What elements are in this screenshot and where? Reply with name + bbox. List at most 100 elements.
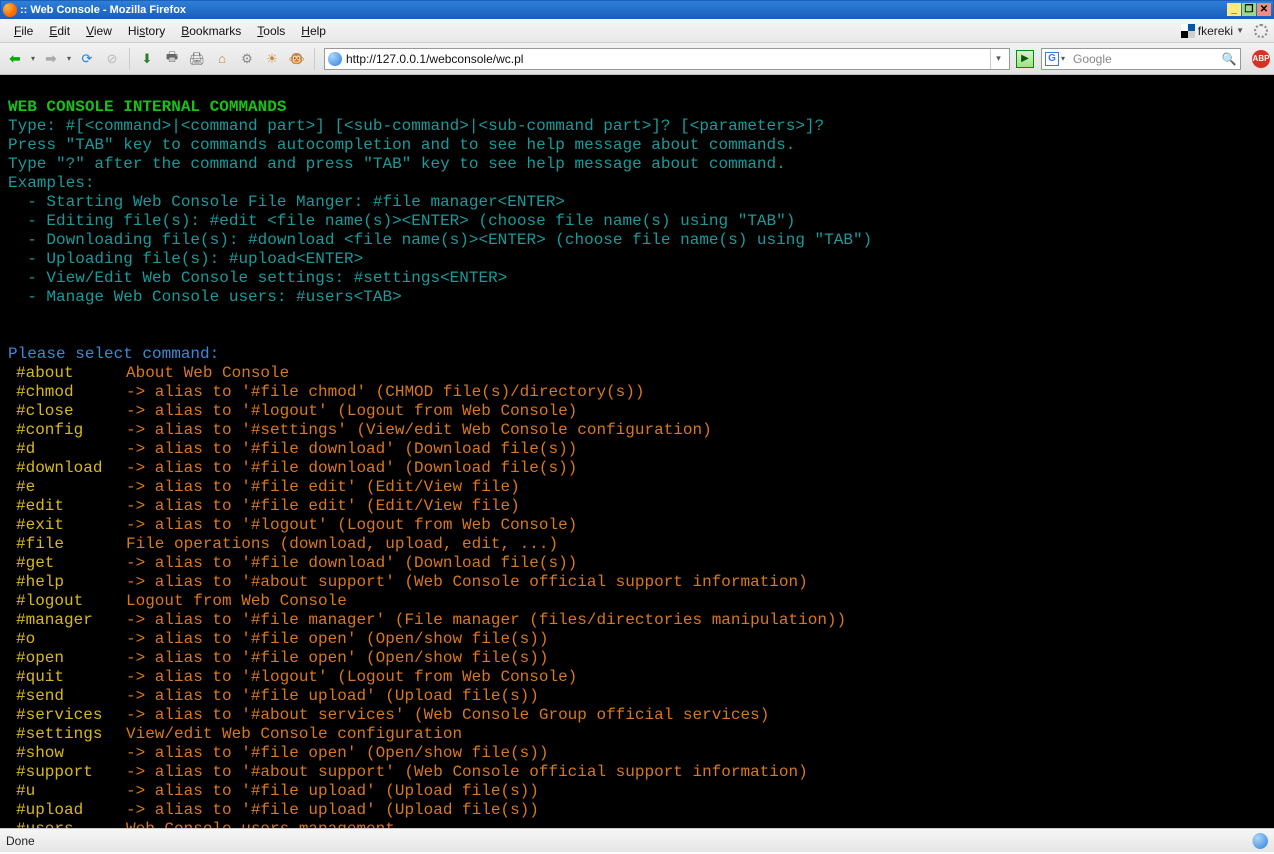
console-command: #download	[8, 459, 126, 478]
console-command-row: #o-> alias to '#file open' (Open/show fi…	[8, 630, 1266, 649]
back-button[interactable]: ⬅	[4, 48, 26, 70]
console-command-row: #get-> alias to '#file download' (Downlo…	[8, 554, 1266, 573]
console-command-row: #e-> alias to '#file edit' (Edit/View fi…	[8, 478, 1266, 497]
console-command-desc: -> alias to '#file upload' (Upload file(…	[126, 687, 539, 706]
menu-edit[interactable]: Edit	[41, 22, 78, 40]
console-command: #support	[8, 763, 126, 782]
forward-button: ➡	[40, 48, 62, 70]
console-command: #users	[8, 820, 126, 828]
console-command-desc: -> alias to '#logout' (Logout from Web C…	[126, 402, 577, 421]
console-command-desc: -> alias to '#logout' (Logout from Web C…	[126, 668, 577, 687]
downloads-icon[interactable]: ⬇	[136, 48, 158, 70]
console-command: #exit	[8, 516, 126, 535]
console-command-desc: -> alias to '#file upload' (Upload file(…	[126, 801, 539, 820]
console-command-desc: -> alias to '#about support' (Web Consol…	[126, 573, 808, 592]
url-dropdown[interactable]: ▾	[990, 49, 1006, 69]
menu-file[interactable]: File	[6, 22, 41, 40]
console-help-line: - View/Edit Web Console settings: #setti…	[8, 269, 1266, 288]
console-command-desc: -> alias to '#file edit' (Edit/View file…	[126, 478, 520, 497]
search-bar[interactable]: G ▾ Google 🔍	[1041, 48, 1241, 70]
console-command-desc: -> alias to '#file download' (Download f…	[126, 554, 577, 573]
console-command-desc: -> alias to '#file download' (Download f…	[126, 459, 577, 478]
console-command-row: #open-> alias to '#file open' (Open/show…	[8, 649, 1266, 668]
search-engine-icon[interactable]: G	[1045, 52, 1059, 66]
console-command-row: #services-> alias to '#about services' (…	[8, 706, 1266, 725]
go-button[interactable]: ▶	[1016, 50, 1034, 68]
console-command-row: #show-> alias to '#file open' (Open/show…	[8, 744, 1266, 763]
console-command-row: #chmod-> alias to '#file chmod' (CHMOD f…	[8, 383, 1266, 402]
console-command-desc: View/edit Web Console configuration	[126, 725, 462, 744]
menu-tools[interactable]: Tools	[249, 22, 293, 40]
console-command: #o	[8, 630, 126, 649]
console-command: #quit	[8, 668, 126, 687]
menu-view[interactable]: View	[78, 22, 120, 40]
minimize-button[interactable]: _	[1227, 3, 1241, 16]
console-command-desc: -> alias to '#about support' (Web Consol…	[126, 763, 808, 782]
url-bar[interactable]: http://127.0.0.1/webconsole/wc.pl ▾	[324, 48, 1010, 70]
console-command: #chmod	[8, 383, 126, 402]
bug-icon[interactable]: ☀	[261, 48, 283, 70]
console-command-row: #fileFile operations (download, upload, …	[8, 535, 1266, 554]
console-command-row: #exit-> alias to '#logout' (Logout from …	[8, 516, 1266, 535]
url-text[interactable]: http://127.0.0.1/webconsole/wc.pl	[346, 52, 990, 66]
console-help-line: - Starting Web Console File Manger: #fil…	[8, 193, 1266, 212]
close-button[interactable]: ✕	[1257, 3, 1271, 16]
console-command-desc: -> alias to '#logout' (Logout from Web C…	[126, 516, 577, 535]
console-command-row: #d-> alias to '#file download' (Download…	[8, 440, 1266, 459]
console-help-line: - Uploading file(s): #upload<ENTER>	[8, 250, 1266, 269]
search-engine-dropdown[interactable]: ▾	[1061, 54, 1071, 63]
adblock-icon[interactable]: ABP	[1252, 50, 1270, 68]
console-command-row: #upload-> alias to '#file upload' (Uploa…	[8, 801, 1266, 820]
console-command-desc: File operations (download, upload, edit,…	[126, 535, 558, 554]
console-command-row: #settingsView/edit Web Console configura…	[8, 725, 1266, 744]
console-command-row: #send-> alias to '#file upload' (Upload …	[8, 687, 1266, 706]
menu-bookmarks[interactable]: Bookmarks	[173, 22, 249, 40]
console-help-line: Type: #[<command>|<command part>] [<sub-…	[8, 117, 1266, 136]
console-command-row: #quit-> alias to '#logout' (Logout from …	[8, 668, 1266, 687]
console-select-prompt: Please select command:	[8, 345, 219, 363]
console-command: #settings	[8, 725, 126, 744]
toolbar-separator	[129, 48, 130, 70]
home-icon[interactable]: ⌂	[211, 48, 233, 70]
console-command: #file	[8, 535, 126, 554]
console-command-row: #manager-> alias to '#file manager' (Fil…	[8, 611, 1266, 630]
console-command-desc: About Web Console	[126, 364, 289, 383]
site-icon	[328, 52, 342, 66]
console-command-row: #u-> alias to '#file upload' (Upload fil…	[8, 782, 1266, 801]
delicious-button[interactable]: fkereki ▼	[1177, 24, 1248, 38]
console-command: #e	[8, 478, 126, 497]
menu-bar: File Edit View History Bookmarks Tools H…	[0, 19, 1274, 43]
console-command-row: #logoutLogout from Web Console	[8, 592, 1266, 611]
search-submit-icon[interactable]: 🔍	[1221, 51, 1237, 67]
firefox-icon	[3, 3, 17, 17]
console-command: #logout	[8, 592, 126, 611]
console-command-row: #close-> alias to '#logout' (Logout from…	[8, 402, 1266, 421]
printer-icon[interactable]: 🖨	[186, 48, 208, 70]
menu-history[interactable]: History	[120, 22, 173, 40]
status-text: Done	[6, 834, 35, 848]
maximize-button[interactable]: ❐	[1242, 3, 1256, 16]
reload-button[interactable]: ⟳	[76, 48, 98, 70]
search-placeholder[interactable]: Google	[1073, 52, 1221, 66]
delicious-label: fkereki	[1198, 24, 1233, 38]
console-command: #show	[8, 744, 126, 763]
web-console-body[interactable]: WEB CONSOLE INTERNAL COMMANDS Type: #[<c…	[0, 75, 1274, 828]
menu-help[interactable]: Help	[293, 22, 334, 40]
gear-icon[interactable]	[1254, 24, 1268, 38]
console-command-row: #usersWeb Console users management	[8, 820, 1266, 828]
console-command-row: #aboutAbout Web Console	[8, 364, 1266, 383]
console-help-line: - Editing file(s): #edit <file name(s)><…	[8, 212, 1266, 231]
console-command-row: #help-> alias to '#about support' (Web C…	[8, 573, 1266, 592]
console-command-desc: -> alias to '#file open' (Open/show file…	[126, 744, 548, 763]
greasemonkey-icon[interactable]: 🐵	[286, 48, 308, 70]
print-icon[interactable]: 🖶	[161, 48, 183, 70]
forward-dropdown[interactable]: ▾	[65, 48, 73, 70]
security-icon[interactable]	[1252, 833, 1268, 849]
console-command-desc: -> alias to '#settings' (View/edit Web C…	[126, 421, 712, 440]
console-command: #config	[8, 421, 126, 440]
addons-icon[interactable]: ⚙	[236, 48, 258, 70]
console-help-line: Type "?" after the command and press "TA…	[8, 155, 1266, 174]
console-command-row: #config-> alias to '#settings' (View/edi…	[8, 421, 1266, 440]
back-dropdown[interactable]: ▾	[29, 48, 37, 70]
console-help-line: Press "TAB" key to commands autocompleti…	[8, 136, 1266, 155]
